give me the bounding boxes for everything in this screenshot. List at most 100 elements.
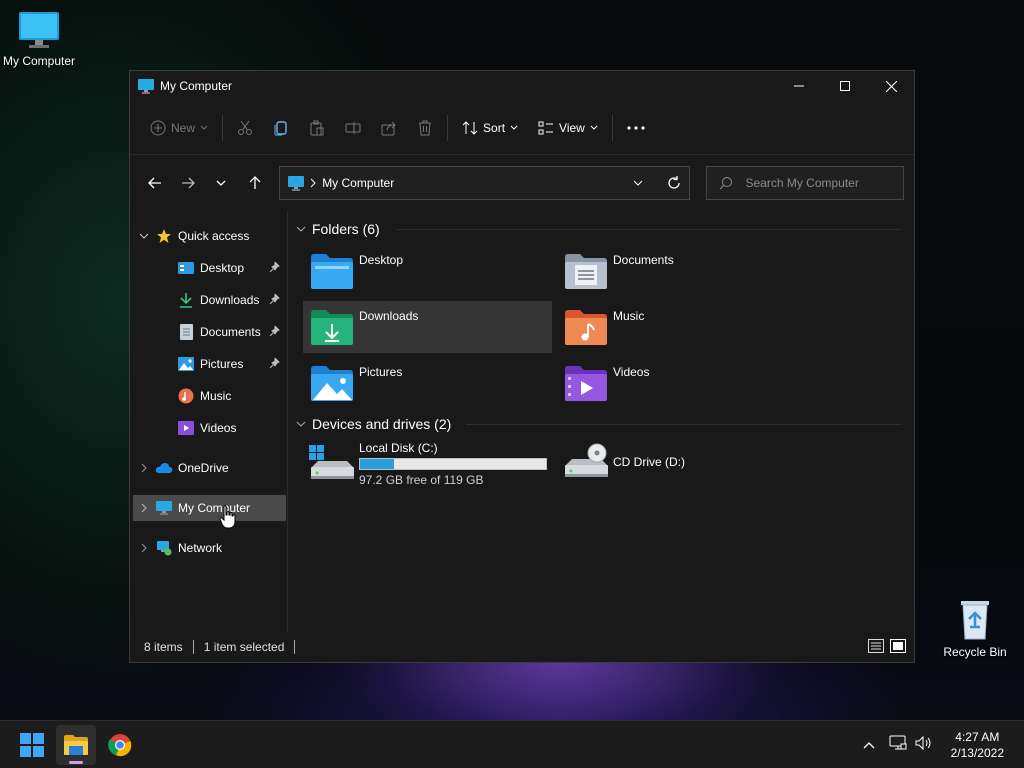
- tiles-view-button[interactable]: [890, 638, 906, 656]
- active-app-indicator: [69, 760, 83, 764]
- content-pane: Folders (6) Desktop Documents Downloads …: [288, 211, 914, 632]
- taskbar-clock[interactable]: 4:27 AM 2/13/2022: [951, 729, 1004, 761]
- back-button[interactable]: [140, 168, 169, 198]
- videos-folder-icon: [565, 366, 607, 401]
- paste-button[interactable]: [299, 112, 335, 144]
- chevron-right-icon: [141, 463, 147, 473]
- copy-button[interactable]: [263, 112, 299, 144]
- rename-button[interactable]: [335, 112, 371, 144]
- sidebar-item-onedrive[interactable]: OneDrive: [133, 455, 286, 481]
- new-button[interactable]: New: [140, 112, 218, 144]
- sidebar-item-quick-access[interactable]: Quick access: [133, 223, 286, 249]
- details-view-button[interactable]: [868, 638, 884, 656]
- minimize-button[interactable]: [776, 71, 822, 101]
- folders-header-label: Folders (6): [312, 221, 380, 237]
- status-separator: [192, 640, 194, 654]
- drive-name: CD Drive (D:): [613, 455, 685, 469]
- drives-section-header[interactable]: Devices and drives (2): [296, 414, 906, 434]
- drive-tile-cd-drive[interactable]: CD Drive (D:): [563, 443, 685, 481]
- pin-icon[interactable]: [269, 324, 280, 337]
- share-icon: [381, 121, 396, 135]
- address-path[interactable]: My Computer: [322, 176, 394, 190]
- chevron-down-icon: [216, 180, 226, 186]
- sidebar-item-desktop[interactable]: Desktop: [133, 255, 286, 281]
- sort-button[interactable]: Sort: [452, 112, 528, 144]
- sidebar-item-pictures[interactable]: Pictures: [133, 351, 286, 377]
- start-button[interactable]: [12, 725, 52, 765]
- taskbar-chrome[interactable]: [100, 725, 140, 765]
- chevron-down-icon: [634, 180, 643, 186]
- clipboard-icon: [310, 120, 324, 135]
- view-button[interactable]: View: [528, 112, 608, 144]
- status-separator: [294, 640, 296, 654]
- search-box[interactable]: Search My Computer: [706, 166, 905, 200]
- desktop-icon-recycle-bin[interactable]: Recycle Bin: [935, 597, 1015, 659]
- close-button[interactable]: [868, 71, 914, 101]
- folder-tile-music[interactable]: Music: [557, 301, 806, 353]
- address-bar[interactable]: My Computer: [279, 166, 691, 200]
- pin-icon[interactable]: [269, 356, 280, 369]
- main-area: Quick access Desktop Downloads Documents…: [130, 211, 914, 632]
- desktop-icon-my-computer[interactable]: My Computer: [0, 10, 79, 68]
- refresh-icon: [668, 176, 681, 189]
- arrow-left-icon: [147, 177, 161, 189]
- tiles-view-icon: [890, 638, 906, 653]
- title-bar[interactable]: My Computer: [130, 71, 914, 101]
- sidebar-item-my-computer[interactable]: My Computer: [133, 495, 286, 521]
- folder-tile-videos[interactable]: Videos: [557, 357, 806, 409]
- folder-tile-desktop[interactable]: Desktop: [303, 245, 552, 297]
- sidebar-item-label: Quick access: [178, 229, 250, 243]
- folder-name: Documents: [613, 253, 674, 267]
- new-label: New: [171, 120, 196, 135]
- address-history-button[interactable]: [623, 168, 653, 198]
- maximize-button[interactable]: [822, 71, 868, 101]
- taskbar: 4:27 AM 2/13/2022: [0, 720, 1024, 768]
- network-status-button[interactable]: [889, 735, 907, 754]
- volume-button[interactable]: [915, 735, 933, 754]
- recent-locations-button[interactable]: [207, 168, 236, 198]
- folder-tile-downloads[interactable]: Downloads: [303, 301, 552, 353]
- drive-tile-local-disk[interactable]: Local Disk (C:) 97.2 GB free of 119 GB: [309, 441, 547, 487]
- folder-name: Pictures: [359, 365, 403, 379]
- drive-name: Local Disk (C:): [359, 441, 438, 455]
- network-icon: [157, 541, 172, 556]
- clock-time: 4:27 AM: [955, 729, 1000, 744]
- chrome-icon: [108, 733, 132, 756]
- folder-tile-documents[interactable]: Documents: [557, 245, 806, 297]
- more-options-button[interactable]: [617, 112, 655, 144]
- sidebar-item-downloads[interactable]: Downloads: [133, 287, 286, 313]
- desktop-folder-icon: [311, 254, 353, 289]
- view-list-icon: [538, 121, 554, 134]
- folder-tile-pictures[interactable]: Pictures: [303, 357, 552, 409]
- trash-icon: [419, 120, 432, 135]
- sidebar-item-videos[interactable]: Videos: [133, 415, 286, 441]
- chevron-down-icon: [139, 233, 149, 239]
- up-button[interactable]: [240, 168, 269, 198]
- cd-drive-icon: [565, 443, 608, 477]
- show-hidden-icons-button[interactable]: [863, 738, 875, 752]
- folders-section-header[interactable]: Folders (6): [296, 219, 906, 239]
- delete-button[interactable]: [407, 112, 443, 144]
- sort-label: Sort: [483, 120, 506, 135]
- videos-icon: [178, 421, 194, 435]
- sidebar-item-documents[interactable]: Documents: [133, 319, 286, 345]
- command-separator: [447, 114, 449, 141]
- sidebar-item-music[interactable]: Music: [133, 383, 286, 409]
- volume-icon: [915, 735, 931, 751]
- hard-drive-icon: [309, 445, 354, 479]
- sort-icon: [462, 120, 478, 135]
- chevron-down-icon: [200, 125, 208, 130]
- documents-folder-icon: [565, 254, 607, 289]
- pin-icon[interactable]: [269, 292, 280, 305]
- refresh-button[interactable]: [659, 168, 689, 198]
- forward-button[interactable]: [173, 168, 202, 198]
- cloud-icon: [155, 463, 173, 473]
- share-button[interactable]: [371, 112, 407, 144]
- cut-button[interactable]: [227, 112, 263, 144]
- disk-usage-fill: [360, 459, 395, 469]
- sidebar-item-network[interactable]: Network: [133, 535, 286, 561]
- command-separator: [222, 114, 224, 141]
- pin-icon[interactable]: [269, 260, 280, 273]
- explorer-window: My Computer New Sort View My Computer Se…: [129, 70, 915, 663]
- taskbar-file-explorer[interactable]: [56, 724, 96, 765]
